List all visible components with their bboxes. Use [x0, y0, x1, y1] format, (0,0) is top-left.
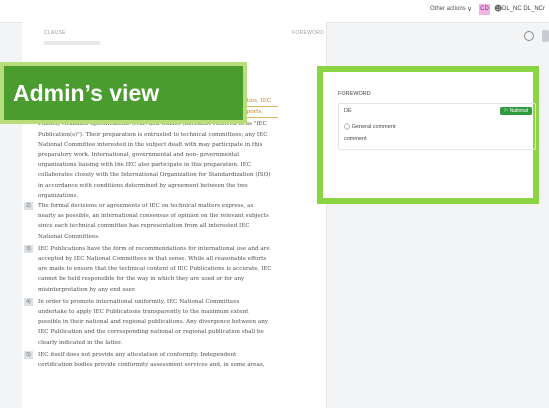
comment-type: ◯ General comment	[344, 124, 395, 130]
text-line: accepted by IEC National Committees in t…	[38, 256, 267, 262]
text-line: since each technical committee has repre…	[38, 223, 250, 230]
text-line: In order to promote international unifor…	[38, 298, 240, 305]
chevron-down-icon[interactable]: ∨	[467, 5, 472, 13]
paragraph-number: 2)	[24, 202, 33, 210]
comment-text: comment	[344, 136, 367, 142]
doc-paragraph: 3) IEC Publications have the form of reco…	[24, 244, 278, 295]
faint-text-placeholder	[44, 41, 100, 45]
text-line: IEC Publication and the corresponding na…	[38, 329, 264, 336]
doc-paragraph: 4) In order to promote international unif…	[24, 297, 278, 348]
text-line: misinterpretation by any end user.	[38, 286, 136, 293]
text-line: clearly indicated in the latter.	[38, 339, 122, 346]
user-avatar[interactable]: CD	[479, 4, 490, 15]
comments-panel: FOREWORD DE ⚐ National ◯ General comment…	[317, 22, 549, 408]
admin-view-overlay: Admin’s view	[0, 62, 247, 124]
text-line: IEC itself does not provide any attestat…	[38, 351, 237, 358]
text-line: The formal decisions or agreements of IE…	[38, 203, 254, 209]
text-line: organizations liaising with the IEC also…	[38, 162, 252, 169]
user-name[interactable]: DL_NC DL_NCr	[502, 6, 545, 12]
national-badge: ⚐ National	[499, 107, 532, 115]
text-line: IEC Publications have the form of recomm…	[38, 245, 270, 252]
paragraph-number: 5)	[24, 350, 33, 359]
text-line: possible in their national and regional …	[38, 319, 268, 326]
text-line: undertake to apply IEC Publications tran…	[38, 309, 249, 315]
text-line: cannot be held responsible for the way i…	[38, 276, 245, 283]
clause-label: CLAUSE	[44, 30, 66, 36]
flag-icon: ⚐	[503, 108, 509, 114]
text-line: in accordance with conditions determined…	[38, 182, 248, 189]
scrollbar[interactable]	[542, 30, 549, 42]
text-line: National Committee interested in the sub…	[38, 141, 263, 148]
text-line: National Committees.	[38, 233, 100, 240]
text-line: nearly as possible, an international con…	[38, 213, 269, 220]
text-line: are made to ensure that the technical co…	[38, 266, 272, 273]
doc-paragraph: 2) The formal decisions or agreements of …	[24, 201, 278, 242]
comment-country: DE	[344, 108, 352, 114]
comment-type-label: General comment	[351, 124, 396, 130]
doc-paragraph: 5) IEC itself does not provide any attest…	[24, 350, 278, 370]
text-line: preparatory work. International, governm…	[38, 152, 240, 159]
paragraph-number: 3)	[24, 244, 33, 253]
comment-icon: ◯	[344, 124, 351, 130]
comment-card[interactable]: FOREWORD DE ⚐ National ◯ General comment…	[317, 66, 539, 204]
reaction-icon[interactable]	[524, 31, 534, 41]
text-line: organizations.	[38, 192, 79, 199]
top-toolbar: Other actions ∨ CD ☻ DL_NC DL_NCr	[0, 0, 549, 23]
section-label: FOREWORD	[292, 30, 325, 36]
paragraph-number: 4)	[24, 297, 33, 306]
national-badge-label: National	[509, 108, 528, 114]
comment-item[interactable]: DE ⚐ National ◯ General comment comment	[338, 103, 536, 150]
text-line: collaborates closely with the Internatio…	[38, 172, 271, 179]
text-line: certification bodies provide conformity …	[38, 362, 265, 368]
comment-section-title: FOREWORD	[338, 91, 371, 97]
other-actions-button[interactable]: Other actions	[430, 6, 466, 12]
text-line: Publication(s)"). Their preparation is e…	[38, 131, 268, 138]
